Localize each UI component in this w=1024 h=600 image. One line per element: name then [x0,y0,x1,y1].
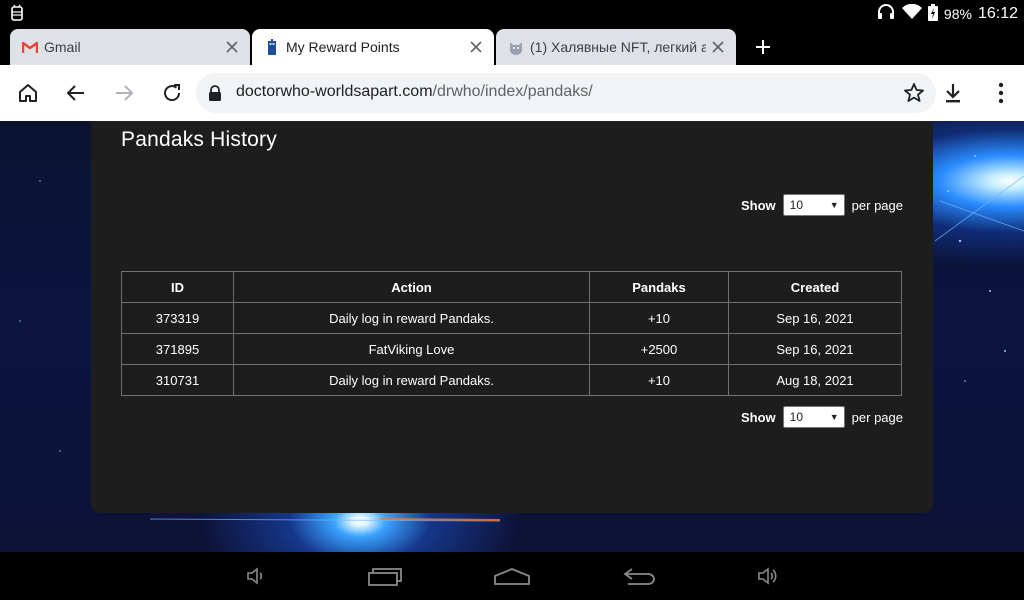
home-icon [19,84,37,102]
column-header-id: ID [121,271,234,303]
back-button[interactable] [62,79,90,107]
per-page-suffix: per page [851,197,903,213]
volume-down-button[interactable] [244,564,268,588]
show-label: Show [741,197,776,213]
home-button[interactable] [14,79,42,107]
volume-up-icon [758,567,777,585]
cell-action: FatViking Love [233,333,590,365]
android-debug-icon [10,4,24,22]
wifi-icon [901,3,922,24]
cell-pandaks: +10 [589,364,729,396]
dropdown-arrow-icon: ▼ [829,412,839,422]
cell-pandaks: +2500 [589,333,729,365]
download-button[interactable] [939,79,967,107]
cell-action: Daily log in reward Pandaks. [233,302,590,334]
back-nav-icon [623,568,655,585]
home-nav-icon [494,568,530,585]
volume-up-button[interactable] [755,564,781,588]
tab-title: (1) Халявные NFT, легкий а [530,39,706,55]
cell-created: Sep 16, 2021 [728,333,902,365]
menu-button[interactable] [987,79,1015,107]
tab-nft[interactable]: (1) Халявные NFT, легкий а [496,29,736,65]
recent-apps-button[interactable] [366,564,404,588]
back-nav-button[interactable] [621,564,659,588]
cell-pandaks: +10 [589,302,729,334]
recent-apps-icon [368,568,402,586]
per-page-value: 10 [789,410,804,424]
table-header-row: ID Action Pandaks Created [121,271,902,303]
show-label: Show [741,409,776,425]
cell-created: Aug 18, 2021 [728,364,902,396]
per-page-select[interactable]: 10 ▼ [782,194,845,216]
cell-id: 371895 [121,333,234,365]
battery-icon [927,3,938,25]
per-page-select[interactable]: 10 ▼ [782,406,845,428]
lock-icon[interactable] [208,85,222,101]
per-page-control-bottom: Show 10 ▼ per page [741,406,903,428]
battery-percentage: 98% [943,6,972,22]
bookmark-star-icon[interactable] [902,81,926,105]
tab-title: My Reward Points [286,39,400,55]
page-content: Pandaks History Show 10 ▼ per page ID Ac… [0,121,1024,552]
new-tab-button[interactable] [750,34,776,60]
url-domain: doctorwho-worldsapart.com [236,83,433,100]
close-tab-icon[interactable] [706,35,730,59]
tab-my-reward-points[interactable]: My Reward Points [252,29,494,65]
reload-button[interactable] [158,79,186,107]
column-header-created: Created [728,271,902,303]
clock: 16:12 [977,5,1018,22]
forward-button[interactable] [110,79,138,107]
table-row: 310731 Daily log in reward Pandaks. +10 … [121,364,902,396]
browser-toolbar: doctorwho-worldsapart.com/drwho/index/pa… [0,65,1024,121]
download-icon [946,84,960,103]
forward-arrow-icon [116,85,134,101]
cell-created: Sep 16, 2021 [728,302,902,334]
pandaks-history-card: Pandaks History Show 10 ▼ per page ID Ac… [91,121,933,513]
headset-icon [876,3,896,25]
per-page-value: 10 [789,198,804,212]
column-header-action: Action [233,271,590,303]
url-path: /drwho/index/pandaks/ [432,83,593,100]
tab-title: Gmail [44,39,81,55]
gmail-icon [22,39,38,55]
status-bar: 98% 16:12 [0,0,1024,26]
table-row: 371895 FatViking Love +2500 Sep 16, 2021 [121,333,902,365]
pandaks-history-table: ID Action Pandaks Created 373319 Daily l… [121,271,902,396]
back-arrow-icon [66,85,84,101]
plus-icon [756,40,770,54]
dropdown-arrow-icon: ▼ [829,200,839,210]
tardis-icon [264,39,280,55]
cat-face-icon [508,39,524,55]
tab-gmail[interactable]: Gmail [10,29,250,65]
home-nav-button[interactable] [492,564,532,588]
cell-id: 373319 [121,302,234,334]
per-page-control-top: Show 10 ▼ per page [741,194,903,216]
table-row: 373319 Daily log in reward Pandaks. +10 … [121,302,902,334]
column-header-pandaks: Pandaks [589,271,729,303]
close-tab-icon[interactable] [464,35,488,59]
cell-id: 310731 [121,364,234,396]
cell-action: Daily log in reward Pandaks. [233,364,590,396]
system-navigation-bar [0,552,1024,600]
tab-strip: Gmail My Reward Points (1) Халявные NFT,… [0,26,1024,65]
per-page-suffix: per page [851,409,903,425]
url-text[interactable]: doctorwho-worldsapart.com/drwho/index/pa… [236,83,593,101]
reload-icon [164,84,181,102]
address-bar[interactable]: doctorwho-worldsapart.com/drwho/index/pa… [196,73,936,113]
close-tab-icon[interactable] [220,35,244,59]
more-vert-icon [998,82,1004,104]
volume-down-icon [247,567,263,585]
page-title: Pandaks History [121,128,277,151]
